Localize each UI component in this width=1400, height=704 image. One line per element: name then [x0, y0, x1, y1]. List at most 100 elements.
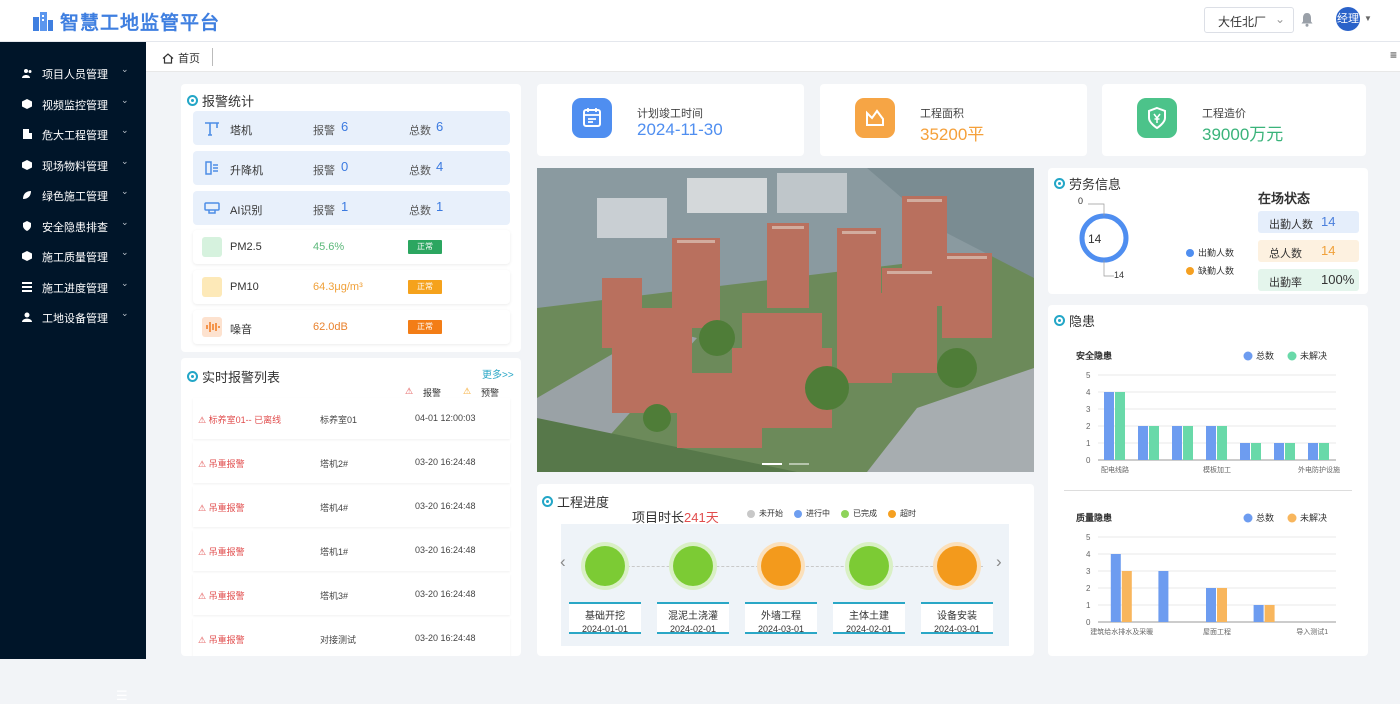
- legend-label: 未开始: [759, 509, 783, 518]
- stat-label: 出勤率: [1269, 277, 1302, 289]
- env-row-noise[interactable]: 噪音 62.0dB 正常: [193, 310, 510, 344]
- progress-title: 工程进度: [542, 492, 609, 511]
- alarm-row-tower-crane[interactable]: 塔机 报警 6 总数 6: [193, 111, 510, 145]
- site-aerial-image[interactable]: [537, 168, 1034, 472]
- stat-label: 出勤人数: [1269, 219, 1313, 231]
- x-tick-label: 模板加工: [1203, 465, 1231, 474]
- table-row[interactable]: ⚠ 吊重报警 对接测试 03-20 16:24:48: [193, 618, 510, 656]
- alarm-type: ⚠ 吊重报警: [198, 547, 245, 557]
- alarm-stats-title-text: 报警统计: [202, 94, 255, 109]
- alarm-stats-title: 报警统计: [187, 91, 254, 110]
- alarm-legend-icon: ⚠: [405, 386, 414, 396]
- hazards-panel: 隐患 安全隐患 总数 未解决 0 1 2 3 4 5 配电线路 模板加工 外电防护设施 质量隐患 总数未…: [1048, 305, 1368, 656]
- title-dot-icon: [542, 496, 553, 507]
- kpi-label: 工程面积: [920, 108, 964, 120]
- tab-menu-icon[interactable]: ≡: [1390, 48, 1397, 62]
- milestone-track: ‹ › 基础开挖 2024-01-01 混泥土浇灌 2024-02-01 外墙工程 2…: [560, 524, 1009, 646]
- building-icon: [23, 129, 32, 139]
- table-row[interactable]: ⚠ 吊重报警 塔机2# 03-20 16:24:48: [193, 442, 510, 483]
- stat-total: 总人数 14: [1258, 240, 1359, 262]
- table-row[interactable]: ⚠ 标养室01-- 已离线 标养室01 04-01 12:00:03: [193, 398, 510, 439]
- bar: [1104, 392, 1114, 460]
- sidebar-item-green[interactable]: 绿色施工管理 ⌄: [0, 180, 146, 210]
- duration-value: 241天: [684, 510, 719, 525]
- alarm-time: 03-20 16:24:48: [415, 589, 476, 599]
- alarm-time: 03-20 16:24:48: [415, 545, 476, 555]
- stat-value: 14: [1321, 214, 1336, 229]
- tab-home[interactable]: 首页: [162, 50, 200, 66]
- sidebar: 项目人员管理 ⌄ 视频监控管理 ⌄ 危大工程管理 ⌄ 现场物料管理 ⌄ 绿色施工…: [0, 42, 146, 703]
- env-name: PM10: [230, 281, 259, 293]
- site-select[interactable]: 大任北厂 ⌄: [1204, 7, 1294, 33]
- sidebar-item-equipment[interactable]: 工地设备管理 ⌄: [0, 302, 146, 332]
- legend-swatch: [1186, 266, 1194, 275]
- total-label: 总数: [409, 125, 431, 137]
- calendar-icon: [572, 98, 612, 138]
- env-row-pm10[interactable]: PM10 64.3μg/m³ 正常: [193, 270, 510, 304]
- sidebar-item-label: 现场物料管理: [42, 161, 108, 173]
- next-arrow-icon[interactable]: ›: [996, 552, 1002, 572]
- sidebar-item-quality[interactable]: 施工质量管理 ⌄: [0, 241, 146, 271]
- bar: [1274, 443, 1284, 460]
- sidebar-item-schedule[interactable]: 施工进度管理 ⌄: [0, 272, 146, 302]
- bar: [1115, 392, 1125, 460]
- sidebar-item-personnel[interactable]: 项目人员管理 ⌄: [0, 58, 146, 88]
- bar: [1264, 605, 1275, 622]
- alarm-type: ⚠ 吊重报警: [198, 459, 245, 469]
- alarm-row-ai[interactable]: AI识别 报警 1 总数 1: [193, 191, 510, 225]
- sidebar-item-label: 施工质量管理: [42, 252, 108, 264]
- alarm-type: ⚠ 标养室01-- 已离线: [198, 415, 282, 425]
- sidebar-item-safety[interactable]: 安全隐患排查 ⌄: [0, 211, 146, 241]
- table-row[interactable]: ⚠ 吊重报警 塔机1# 03-20 16:24:48: [193, 530, 510, 571]
- y-tick-label: 3: [1086, 567, 1091, 576]
- bell-icon[interactable]: [1300, 12, 1314, 27]
- chart-title: 质量隐患: [1076, 512, 1112, 523]
- tab-bar: 首页 ≡: [146, 42, 1400, 72]
- milestone-date: 2024-01-01: [581, 624, 629, 634]
- duration-label: 项目时长: [632, 510, 685, 525]
- bar: [1121, 571, 1132, 622]
- more-link[interactable]: 更多>>: [482, 366, 514, 381]
- kpi-completion-date: 计划竣工时间 2024-11-30: [537, 84, 804, 156]
- app-logo[interactable]: 智慧工地监管平台: [32, 8, 220, 35]
- table-row[interactable]: ⚠ 吊重报警 塔机4# 03-20 16:24:48: [193, 486, 510, 527]
- chevron-down-icon: ⌄: [121, 278, 129, 288]
- menu-collapse-icon[interactable]: ☰: [116, 688, 128, 704]
- table-row[interactable]: ⚠ 吊重报警 塔机3# 03-20 16:24:48: [193, 574, 510, 615]
- legend-in-progress: 进行中: [794, 508, 830, 519]
- y-tick-label: 2: [1086, 422, 1091, 431]
- sidebar-item-materials[interactable]: 现场物料管理 ⌄: [0, 150, 146, 180]
- y-tick-label: 4: [1086, 388, 1091, 397]
- legend-completed: 已完成: [841, 508, 877, 519]
- alarm-row-hoist[interactable]: 升降机 报警 0 总数 4: [193, 151, 510, 185]
- sidebar-item-video[interactable]: 视频监控管理 ⌄: [0, 89, 146, 119]
- gauge-value: 14: [1088, 232, 1102, 246]
- milestone-date: 2024-03-01: [933, 624, 981, 634]
- total-count: 1: [436, 199, 444, 214]
- bar: [1138, 426, 1148, 460]
- legend-swatch: [1287, 513, 1297, 523]
- legend-label: 缺勤人数: [1198, 266, 1235, 276]
- quality-hazard-chart: 质量隐患 总数 未解决 0 1 2 3 4 5 建筑给水排水及采暖 屋面工程 导入测试1: [1076, 512, 1336, 636]
- device-name: 塔机: [230, 125, 252, 137]
- sidebar-item-label: 施工进度管理: [42, 283, 108, 295]
- caret-down-icon[interactable]: ▼: [1364, 14, 1372, 23]
- bar: [1158, 571, 1169, 622]
- presence-status-title: 在场状态: [1258, 191, 1311, 206]
- milestone-name: 基础开挖: [585, 611, 625, 622]
- hazards-title-text: 隐患: [1069, 314, 1096, 329]
- status-badge: 正常: [408, 240, 442, 254]
- chevron-down-icon: ⌄: [121, 125, 129, 135]
- env-row-pm25[interactable]: PM2.5 45.6% 正常: [193, 230, 510, 264]
- total-count: 4: [436, 159, 444, 174]
- status-badge: 正常: [408, 280, 442, 294]
- kpi-value: 39000万元: [1202, 125, 1284, 144]
- device-name: AI识别: [230, 205, 263, 217]
- prev-arrow-icon[interactable]: ‹: [560, 552, 566, 572]
- chevron-down-icon: ⌄: [121, 247, 129, 257]
- x-tick-label: 外电防护设施: [1298, 465, 1340, 474]
- sidebar-item-major-works[interactable]: 危大工程管理 ⌄: [0, 119, 146, 149]
- legend-label: 超时: [900, 509, 916, 518]
- avatar[interactable]: 经理: [1336, 7, 1360, 31]
- tower-crane-icon: [205, 122, 219, 136]
